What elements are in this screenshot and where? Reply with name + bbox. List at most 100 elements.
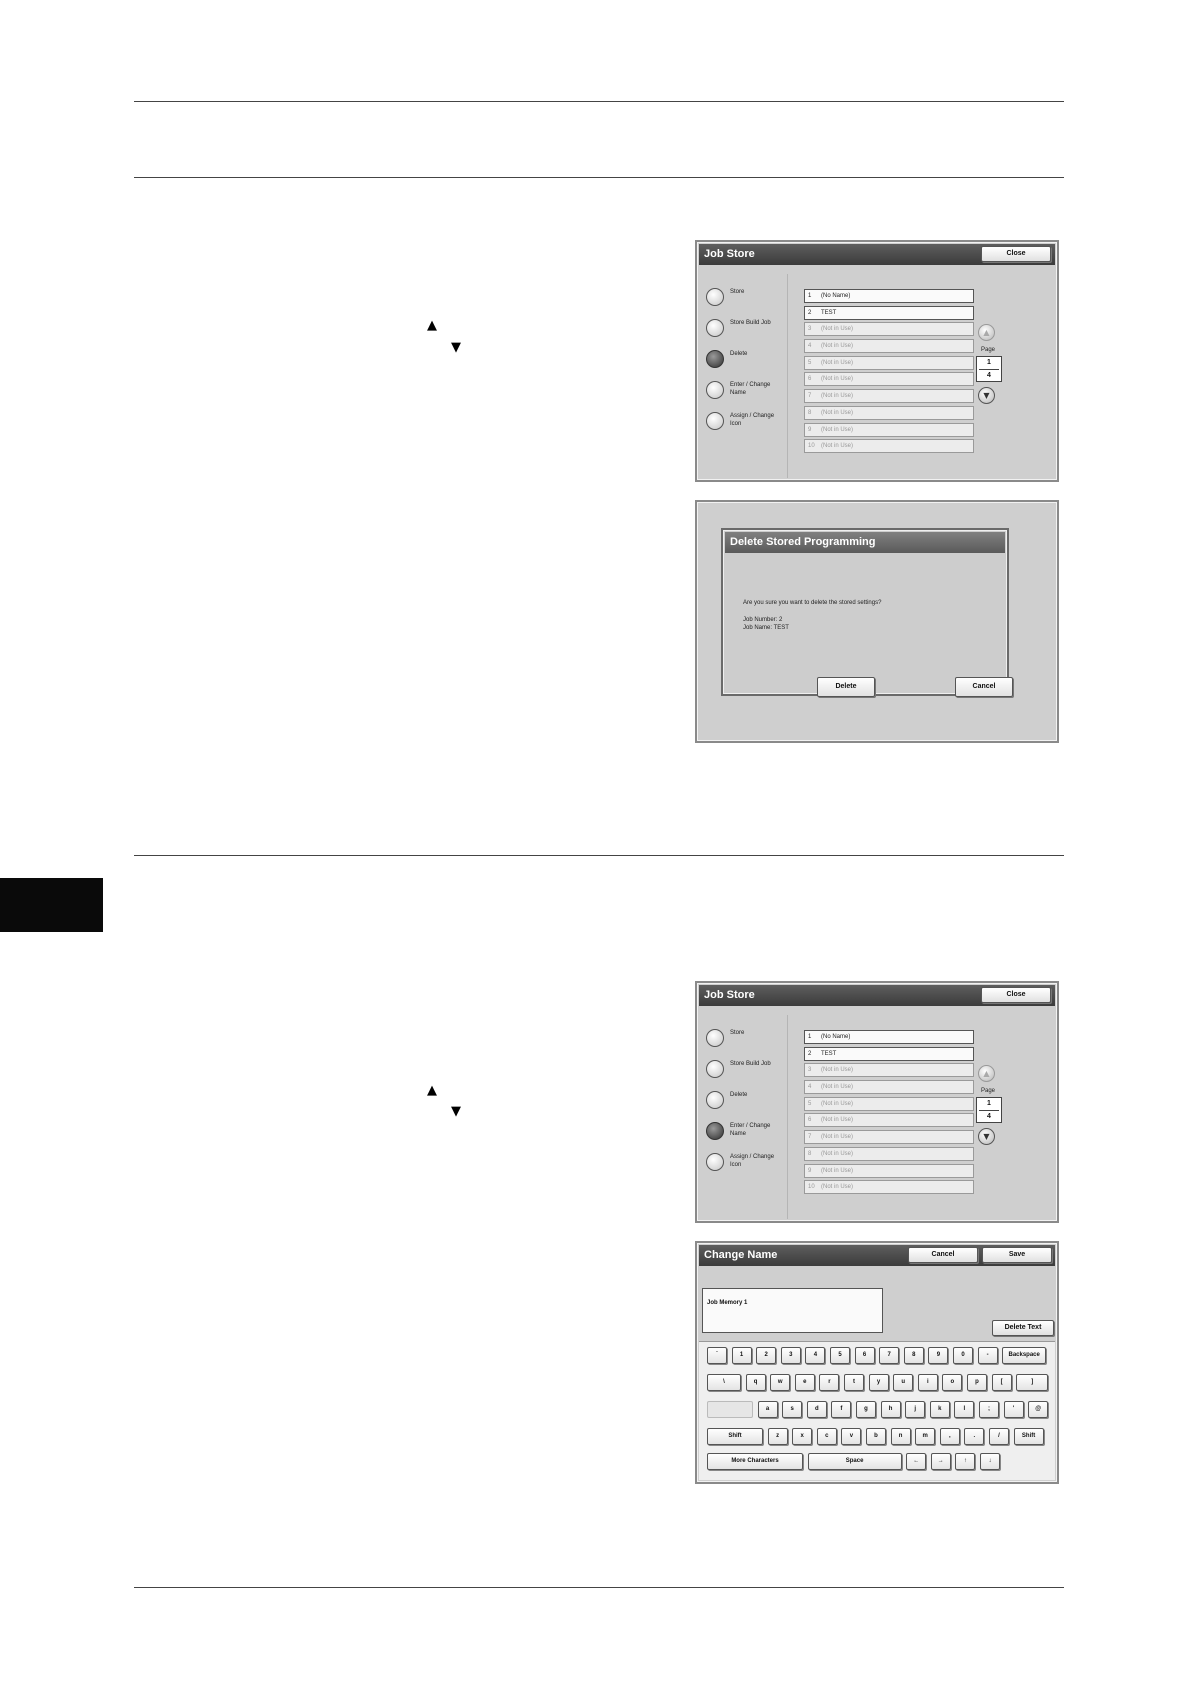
list-item[interactable]: 5 (Not in Use)	[804, 1096, 974, 1111]
radio-button[interactable]	[706, 1060, 724, 1078]
key[interactable]: n	[890, 1428, 911, 1445]
more-characters-key[interactable]: More Characters	[707, 1453, 803, 1470]
key[interactable]: 0	[953, 1347, 973, 1364]
key[interactable]: ↓	[980, 1453, 1000, 1470]
key[interactable]: v	[841, 1428, 862, 1445]
key[interactable]: '	[1003, 1401, 1024, 1418]
key[interactable]: 9	[928, 1347, 949, 1364]
key[interactable]: u	[893, 1374, 914, 1391]
space-key[interactable]: Space	[807, 1453, 902, 1470]
key[interactable]: p	[967, 1374, 987, 1391]
key[interactable]: [	[991, 1374, 1012, 1391]
key[interactable]: -	[977, 1347, 998, 1364]
cancel-button[interactable]: Cancel	[955, 677, 1013, 697]
radio-button[interactable]	[706, 288, 724, 306]
key[interactable]: 8	[903, 1347, 924, 1364]
key[interactable]: .	[964, 1428, 985, 1445]
key[interactable]: e	[794, 1374, 815, 1391]
list-item[interactable]: 6 (Not in Use)	[804, 1113, 974, 1128]
list-item[interactable]: 5 (Not in Use)	[804, 355, 974, 370]
radio-button[interactable]	[706, 1029, 724, 1047]
key[interactable]: ]	[1016, 1374, 1049, 1391]
list-item[interactable]: 4 (Not in Use)	[804, 339, 974, 354]
key[interactable]: ↑	[955, 1453, 976, 1470]
key[interactable]: h	[880, 1401, 901, 1418]
radio-button[interactable]	[706, 381, 724, 399]
cancel-button[interactable]: Cancel	[908, 1247, 978, 1263]
scroll-down-icon[interactable]: ▼	[978, 387, 995, 404]
delete-button[interactable]: Delete	[817, 677, 875, 697]
list-item[interactable]: 10 (Not in Use)	[804, 439, 974, 454]
key[interactable]: d	[806, 1401, 827, 1418]
list-item[interactable]: 8 (Not in Use)	[804, 405, 974, 420]
key[interactable]: 4	[805, 1347, 826, 1364]
scroll-up-icon[interactable]: ▲	[978, 324, 995, 341]
list-item[interactable]: 1 (No Name)	[804, 1030, 974, 1044]
key[interactable]: 3	[780, 1347, 801, 1364]
radio-button[interactable]	[706, 1153, 724, 1171]
list-item[interactable]: 8 (Not in Use)	[804, 1146, 974, 1161]
key[interactable]: t	[844, 1374, 864, 1391]
option-label: Store Build Job	[730, 1061, 771, 1067]
key[interactable]: m	[915, 1428, 936, 1445]
key[interactable]: y	[868, 1374, 889, 1391]
key[interactable]: l	[954, 1401, 975, 1418]
list-item[interactable]: 10 (Not in Use)	[804, 1180, 974, 1195]
key[interactable]: b	[866, 1428, 886, 1445]
radio-button[interactable]	[706, 1122, 724, 1140]
list-item[interactable]: 6 (Not in Use)	[804, 372, 974, 387]
key[interactable]: q	[745, 1374, 766, 1391]
key[interactable]: /	[989, 1428, 1009, 1445]
list-item[interactable]: 2 TEST	[804, 1046, 974, 1061]
backspace-key[interactable]: Backspace	[1002, 1347, 1047, 1364]
key[interactable]: @	[1028, 1401, 1049, 1418]
list-item[interactable]: 3 (Not in Use)	[804, 1063, 974, 1078]
list-item[interactable]: 9 (Not in Use)	[804, 422, 974, 437]
key[interactable]: 5	[830, 1347, 850, 1364]
list-item[interactable]: 9 (Not in Use)	[804, 1163, 974, 1178]
key[interactable]: i	[917, 1374, 938, 1391]
key[interactable]: 6	[854, 1347, 875, 1364]
delete-text-button[interactable]: Delete Text	[992, 1320, 1054, 1336]
name-input[interactable]: Job Memory 1	[702, 1288, 883, 1333]
key[interactable]: \	[707, 1374, 741, 1391]
list-item[interactable]: 1 (No Name)	[804, 289, 974, 303]
list-item[interactable]: 7 (Not in Use)	[804, 389, 974, 404]
key[interactable]: g	[856, 1401, 876, 1418]
key[interactable]: 1	[731, 1347, 752, 1364]
key[interactable]: j	[905, 1401, 926, 1418]
key[interactable]: r	[819, 1374, 840, 1391]
key[interactable]: a	[757, 1401, 778, 1418]
key[interactable]: 2	[756, 1347, 777, 1364]
key[interactable]: f	[831, 1401, 852, 1418]
list-item[interactable]: 7 (Not in Use)	[804, 1130, 974, 1145]
item-name: TEST	[821, 1050, 837, 1057]
key[interactable]: z	[767, 1428, 788, 1445]
key[interactable]: ,	[939, 1428, 960, 1445]
list-item[interactable]: 4 (Not in Use)	[804, 1080, 974, 1095]
key[interactable]: o	[942, 1374, 963, 1391]
radio-button[interactable]	[706, 319, 724, 337]
radio-button[interactable]	[706, 350, 724, 368]
radio-button[interactable]	[706, 412, 724, 430]
close-button[interactable]: Close	[981, 987, 1051, 1003]
scroll-up-icon[interactable]: ▲	[978, 1065, 995, 1082]
key[interactable]: 7	[879, 1347, 900, 1364]
close-button[interactable]: Close	[981, 246, 1051, 262]
key[interactable]: `	[707, 1347, 727, 1364]
key[interactable]: x	[792, 1428, 813, 1445]
key[interactable]: c	[816, 1428, 837, 1445]
shift-key[interactable]: Shift	[1013, 1428, 1044, 1445]
key[interactable]: w	[770, 1374, 791, 1391]
radio-button[interactable]	[706, 1091, 724, 1109]
key[interactable]: ←	[906, 1453, 927, 1470]
key[interactable]: k	[929, 1401, 950, 1418]
key[interactable]: →	[930, 1453, 951, 1470]
scroll-down-icon[interactable]: ▼	[978, 1128, 995, 1145]
key[interactable]: ;	[979, 1401, 999, 1418]
shift-key[interactable]: Shift	[707, 1428, 763, 1445]
list-item[interactable]: 3 (Not in Use)	[804, 322, 974, 337]
save-button[interactable]: Save	[982, 1247, 1052, 1263]
key[interactable]: s	[782, 1401, 803, 1418]
list-item[interactable]: 2 TEST	[804, 305, 974, 320]
